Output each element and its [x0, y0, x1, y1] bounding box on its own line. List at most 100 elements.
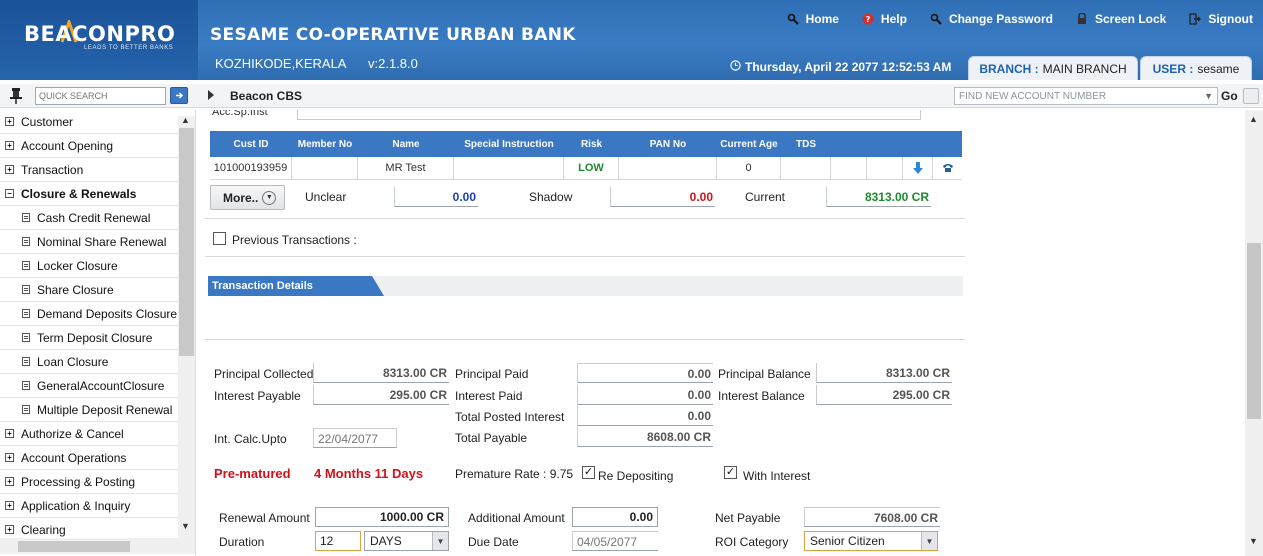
int-calc-upto-label: Int. Calc.Upto: [214, 432, 287, 446]
sidebar-item-locker-closure[interactable]: Locker Closure: [0, 254, 195, 278]
datetime-text: Thursday, April 22 2077 12:52:53 AM: [745, 60, 952, 74]
download-icon[interactable]: [903, 157, 933, 179]
sidebar-item-cash-credit-renewal[interactable]: Cash Credit Renewal: [0, 206, 195, 230]
cell-blank-2: [867, 157, 903, 179]
logo-text: BEACONPRO: [24, 22, 176, 46]
sidebar: + Customer + Account Opening + Transaction − Cl…: [0, 110, 196, 556]
principal-collected-label: Principal Collected: [214, 367, 314, 381]
table-row[interactable]: 101000193959 MR Test LOW 0: [210, 157, 962, 180]
re-depositing-checkbox[interactable]: ✓: [582, 466, 595, 479]
expand-icon: +: [5, 429, 14, 438]
branch-key: BRANCH :: [979, 61, 1039, 76]
branch-tab[interactable]: BRANCH : MAIN BRANCH: [968, 56, 1138, 80]
scroll-up-icon[interactable]: ▲: [1249, 114, 1258, 124]
menu-toggle-icon[interactable]: [1243, 88, 1259, 104]
chevron-down-icon: ▼: [1204, 91, 1213, 101]
duration-input[interactable]: 12: [315, 531, 361, 551]
acc-sp-inst-field[interactable]: [297, 110, 921, 120]
renewal-amount-input[interactable]: 1000.00 CR: [315, 507, 449, 527]
sidebar-item-multiple-deposit-renewal[interactable]: Multiple Deposit Renewal: [0, 398, 195, 422]
sidebar-item-transaction[interactable]: + Transaction: [0, 158, 195, 182]
current-value: 8313.00 CR: [826, 187, 931, 207]
screen-lock-link[interactable]: Screen Lock: [1075, 12, 1166, 26]
shadow-label: Shadow: [529, 190, 573, 204]
home-link-label: Home: [805, 12, 839, 26]
phone-icon[interactable]: [933, 157, 962, 179]
scroll-up-icon[interactable]: ▲: [181, 115, 190, 125]
sidebar-item-share-closure[interactable]: Share Closure: [0, 278, 195, 302]
sidebar-item-processing-posting[interactable]: + Processing & Posting: [0, 470, 195, 494]
sidebar-item-nominal-share-renewal[interactable]: Nominal Share Renewal: [0, 230, 195, 254]
sidebar-item-label: Authorize & Cancel: [21, 426, 124, 441]
sidebar-h-scroll-thumb[interactable]: [18, 541, 130, 552]
cell-blank-1: [831, 157, 867, 179]
scroll-down-icon[interactable]: ▼: [1249, 536, 1258, 546]
divider: [205, 218, 965, 219]
additional-amount-input[interactable]: 0.00: [572, 507, 658, 527]
quick-search-button[interactable]: [170, 87, 188, 104]
breadcrumb: Beacon CBS: [230, 89, 303, 103]
cell-pan-no: [619, 157, 717, 179]
cell-cust-id: 101000193959: [210, 157, 292, 179]
additional-amount-label: Additional Amount: [468, 511, 565, 525]
cell-member-no: [292, 157, 358, 179]
help-link-label: Help: [880, 12, 907, 26]
total-payable-label: Total Payable: [455, 431, 528, 445]
home-link[interactable]: Home: [786, 12, 839, 26]
go-button[interactable]: Go: [1221, 89, 1238, 103]
principal-balance-label: Principal Balance: [718, 367, 811, 381]
scroll-down-icon[interactable]: ▼: [181, 521, 190, 531]
user-key: USER :: [1152, 61, 1194, 76]
expand-icon: +: [5, 117, 14, 126]
interest-payable-value: 295.00 CR: [313, 385, 449, 405]
user-tab[interactable]: USER : sesame: [1140, 56, 1252, 80]
customer-grid: Cust ID Member No Name Special Instructi…: [210, 131, 962, 180]
with-interest-checkbox[interactable]: ✓: [724, 466, 737, 479]
sidebar-item-account-opening[interactable]: + Account Opening: [0, 134, 195, 158]
int-calc-upto-value[interactable]: 22/04/2077: [313, 428, 397, 448]
sub-toolbar: Beacon CBS FIND NEW ACCOUNT NUMBER ▼ Go: [0, 84, 1263, 108]
change-password-link[interactable]: Change Password: [929, 12, 1053, 26]
signout-label: Signout: [1208, 12, 1253, 26]
sidebar-item-loan-closure[interactable]: Loan Closure: [0, 350, 195, 374]
sidebar-scroll-thumb[interactable]: [179, 128, 194, 356]
quick-search-input[interactable]: [35, 87, 166, 105]
unclear-value: 0.00: [394, 187, 478, 207]
help-link[interactable]: ? Help: [861, 12, 907, 26]
sidebar-item-account-operations[interactable]: + Account Operations: [0, 446, 195, 470]
account-search-select[interactable]: FIND NEW ACCOUNT NUMBER ▼: [954, 87, 1218, 105]
unclear-label: Unclear: [305, 190, 347, 204]
more-button[interactable]: More.. ▼: [210, 185, 285, 210]
expand-icon: +: [5, 141, 14, 150]
clock-icon: [730, 60, 741, 74]
sidebar-item-application-inquiry[interactable]: + Application & Inquiry: [0, 494, 195, 518]
pin-icon[interactable]: [9, 87, 23, 105]
duration-unit-select[interactable]: DAYS ▼: [364, 531, 449, 551]
sidebar-item-generalaccountclosure[interactable]: GeneralAccountClosure: [0, 374, 195, 398]
sidebar-item-customer[interactable]: + Customer: [0, 110, 195, 134]
top-links: Home ? Help Change Password Screen Lock …: [786, 12, 1253, 26]
document-icon: [22, 285, 30, 294]
sidebar-item-closure-renewals[interactable]: − Closure & Renewals: [0, 182, 195, 206]
sidebar-item-demand-deposits-closure[interactable]: Demand Deposits Closure: [0, 302, 195, 326]
roi-category-select[interactable]: Senior Citizen ▼: [804, 531, 938, 551]
main-scroll-thumb[interactable]: [1247, 243, 1261, 419]
due-date-value[interactable]: 04/05/2077: [572, 531, 658, 551]
sidebar-item-term-deposit-closure[interactable]: Term Deposit Closure: [0, 326, 195, 350]
col-tds: TDS: [796, 138, 816, 150]
magnifier-icon: [786, 12, 800, 26]
previous-transactions-checkbox[interactable]: [213, 232, 226, 245]
principal-collected-value: 8313.00 CR: [313, 363, 449, 383]
sidebar-item-label: Account Operations: [21, 450, 127, 465]
signout-link[interactable]: Signout: [1188, 12, 1253, 26]
sidebar-item-authorize-cancel[interactable]: + Authorize & Cancel: [0, 422, 195, 446]
signout-icon: [1188, 12, 1202, 26]
logo: BEACONPRO LEADS TO BETTER BANKS: [0, 0, 198, 80]
col-pan-no: PAN No: [649, 138, 687, 150]
col-cust-id: Cust ID: [233, 138, 269, 150]
account-search-placeholder: FIND NEW ACCOUNT NUMBER: [959, 91, 1107, 102]
user-value: sesame: [1197, 61, 1240, 76]
acc-sp-inst-label: Acc.Sp.Inst: [212, 110, 268, 118]
interest-payable-label: Interest Payable: [214, 389, 301, 403]
sidebar-item-label: Locker Closure: [37, 258, 118, 273]
